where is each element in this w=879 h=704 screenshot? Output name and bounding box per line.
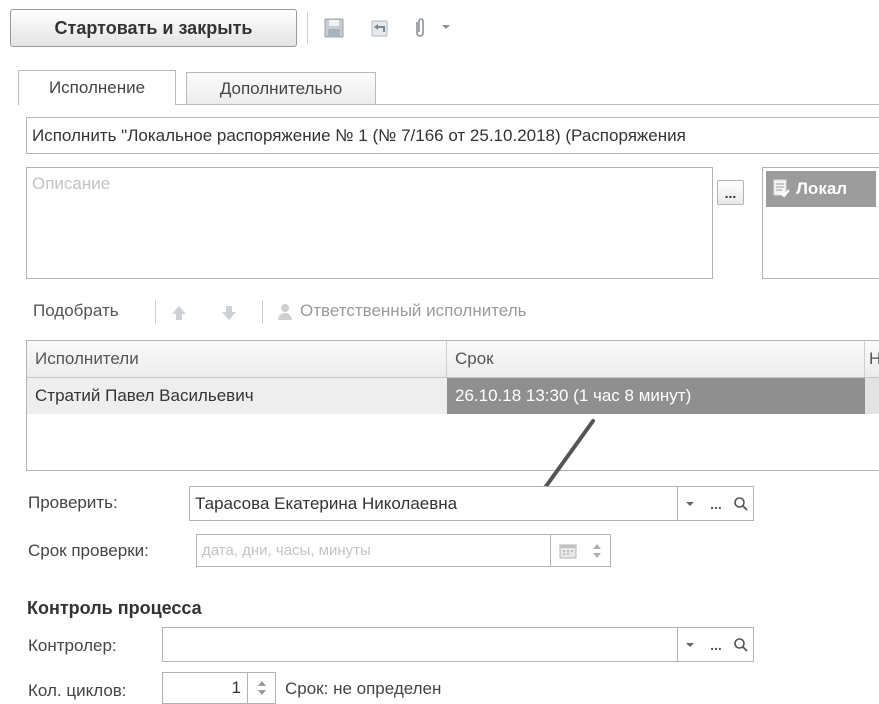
column-header-extra-label: Н [869, 349, 879, 368]
column-header-performers[interactable]: Исполнители [27, 341, 447, 378]
description-placeholder: Описание [32, 174, 111, 193]
performers-table: Исполнители Срок Н Стратий Павел Василье… [26, 340, 879, 471]
pick-button[interactable]: Подобрать [33, 301, 119, 321]
controller-field[interactable] [162, 627, 678, 662]
select-button-icon[interactable]: ... [702, 496, 730, 512]
check-field-buttons: ... [678, 486, 754, 521]
column-header-deadline[interactable]: Срок [447, 341, 865, 378]
check-performer-field[interactable]: Тарасова Екатерина Николаевна [189, 486, 678, 521]
responsible-performer-button[interactable]: Ответственный исполнитель [300, 301, 526, 321]
calendar-icon[interactable] [559, 543, 577, 559]
attachment-label: Локал [796, 179, 848, 198]
check-deadline-buttons [551, 534, 611, 567]
process-control-title: Контроль процесса [27, 598, 202, 618]
spinner-icon [257, 679, 267, 697]
attachment-panel: Локал [762, 167, 879, 279]
column-header-performers-label: Исполнители [35, 349, 139, 368]
controller-label: Контролер: [28, 636, 117, 655]
check-label: Проверить: [28, 493, 118, 512]
cycles-value: 1 [231, 678, 241, 697]
toolbar-separator [307, 12, 308, 44]
column-header-extra[interactable]: Н [865, 341, 879, 378]
select-button-icon[interactable]: ... [702, 637, 730, 653]
person-icon [276, 303, 294, 321]
check-performer-value: Тарасова Екатерина Николаевна [195, 493, 458, 513]
paperclip-icon[interactable] [408, 14, 432, 42]
move-down-icon[interactable] [220, 304, 238, 322]
cycles-spinner[interactable] [248, 672, 276, 704]
tab-execution[interactable]: Исполнение [18, 70, 176, 105]
dropdown-arrow-icon[interactable] [441, 23, 451, 31]
cycles-label: Кол. циклов: [28, 681, 127, 700]
tab-additional[interactable]: Дополнительно [186, 72, 376, 104]
column-header-deadline-label: Срок [455, 349, 494, 368]
chevron-down-icon[interactable] [678, 500, 702, 508]
spinner-icon[interactable] [592, 542, 602, 560]
tab-execution-label: Исполнение [48, 78, 146, 97]
cycles-field[interactable]: 1 [162, 672, 248, 704]
task-name-field[interactable]: Исполнить "Локальное распоряжение № 1 (№… [26, 117, 879, 154]
deadline-value: 26.10.18 13:30 (1 час 8 минут) [455, 386, 692, 405]
toolbar-separator [262, 300, 263, 324]
tab-additional-label: Дополнительно [219, 78, 343, 98]
task-name-value: Исполнить "Локальное распоряжение № 1 (№… [32, 125, 686, 145]
performer-cell[interactable]: Стратий Павел Васильевич [27, 378, 447, 414]
document-icon [772, 179, 790, 199]
save-icon[interactable] [320, 14, 348, 42]
search-icon[interactable] [730, 496, 752, 512]
term-text: Срок: не определен [285, 679, 442, 698]
performer-name: Стратий Павел Васильевич [35, 386, 254, 405]
table-row[interactable]: Стратий Павел Васильевич 26.10.18 13:30 … [27, 378, 879, 414]
deadline-cell[interactable]: 26.10.18 13:30 (1 час 8 минут) [447, 378, 865, 414]
undo-icon[interactable] [366, 14, 394, 42]
description-field[interactable]: Описание [26, 167, 713, 279]
chevron-down-icon[interactable] [678, 641, 702, 649]
controller-field-buttons: ... [678, 627, 754, 662]
attachment-item[interactable]: Локал [766, 171, 876, 207]
check-deadline-field[interactable]: дата, дни, часы, минуты [196, 534, 551, 567]
start-and-close-button[interactable]: Стартовать и закрыть [10, 9, 297, 47]
move-up-icon[interactable] [170, 304, 188, 322]
description-expand-button[interactable]: ... [717, 180, 744, 205]
extra-cell[interactable] [865, 378, 879, 414]
check-deadline-placeholder: дата, дни, часы, минуты [202, 542, 371, 559]
toolbar-separator [155, 300, 156, 324]
search-icon[interactable] [730, 637, 752, 653]
check-deadline-label: Срок проверки: [28, 541, 149, 560]
